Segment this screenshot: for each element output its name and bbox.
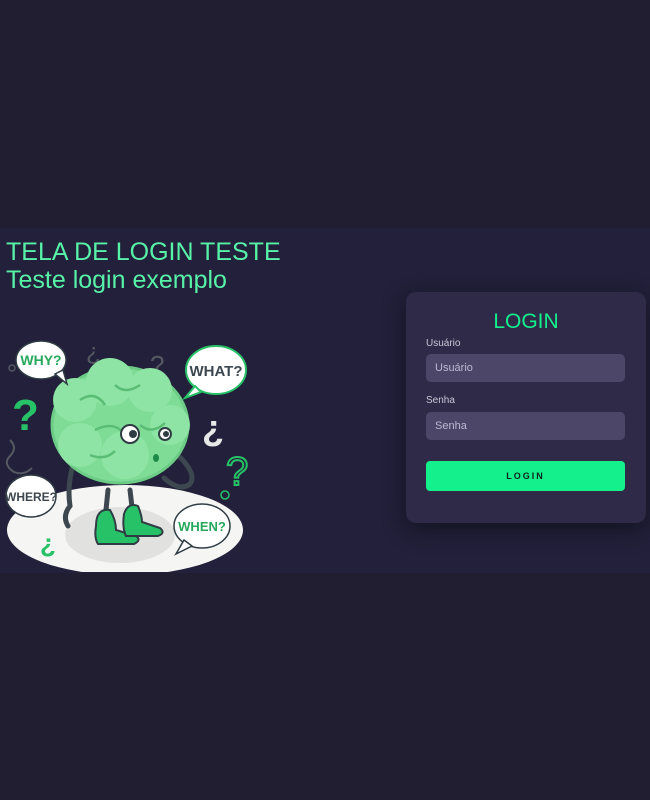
- inverted-question-mark-icon: ¿: [202, 407, 224, 448]
- password-label: Senha: [426, 395, 455, 406]
- page-header: TELA DE LOGIN TESTE Teste login exemplo: [6, 238, 281, 294]
- login-card: LOGIN Usuário Senha LOGIN: [406, 292, 646, 523]
- question-mark-icon: ?: [226, 450, 248, 494]
- where-bubble-text: WHERE?: [5, 490, 57, 504]
- login-title: LOGIN: [493, 310, 559, 333]
- page-title: TELA DE LOGIN TESTE: [6, 238, 281, 266]
- username-input[interactable]: [426, 354, 625, 382]
- dot-icon: [8, 364, 16, 372]
- mouth-icon: [153, 454, 159, 462]
- page-subtitle: Teste login exemplo: [6, 266, 227, 294]
- username-label: Usuário: [426, 338, 461, 349]
- question-mark-icon: ?: [12, 391, 39, 440]
- login-button[interactable]: LOGIN: [426, 461, 625, 491]
- inverted-question-mark-icon: ¿: [40, 528, 56, 558]
- when-bubble-text: WHEN?: [178, 519, 226, 534]
- squiggle-icon: [5, 439, 33, 475]
- what-bubble: WHAT?: [181, 345, 247, 401]
- where-bubble: WHERE?: [5, 474, 57, 518]
- why-bubble-text: WHY?: [20, 352, 61, 368]
- password-input[interactable]: [426, 412, 625, 440]
- dot-icon: [220, 490, 230, 500]
- why-bubble: WHY?: [15, 340, 69, 387]
- confused-brain-illustration: ? ? ¿ ¿ ? ¿ WHY? WHAT? WHERE? WHEN?: [5, 339, 249, 572]
- brain-body: [50, 358, 190, 485]
- pupil-icon: [163, 431, 169, 437]
- pupil-icon: [129, 430, 137, 438]
- what-bubble-text: WHAT?: [189, 363, 242, 380]
